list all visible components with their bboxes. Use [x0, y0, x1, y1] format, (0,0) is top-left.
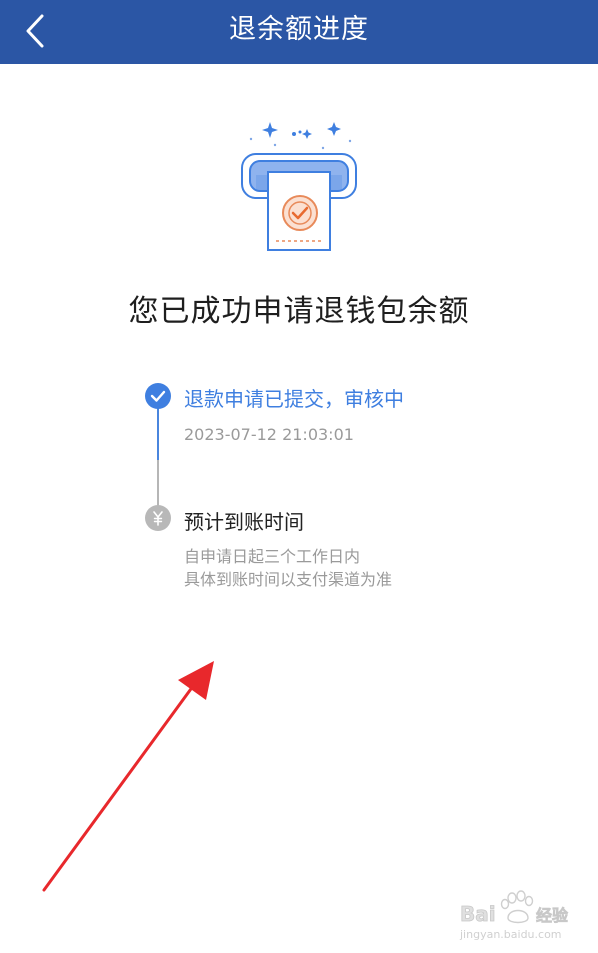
step2-description-line2: 具体到账时间以支付渠道为准	[184, 570, 393, 589]
page-title: 退余额进度	[229, 14, 369, 45]
timeline-connector-pending	[157, 460, 159, 506]
refund-progress-page: 退余额进度 您已成功申请退钱包余额 退款申请已提交，审核中 2023-07-12…	[0, 0, 598, 953]
baidu-jingyan-watermark: Bai 经验 jingyan.baidu.com	[456, 888, 586, 944]
step1-title: 退款申请已提交，审核中	[184, 387, 404, 411]
watermark-url: jingyan.baidu.com	[459, 928, 562, 941]
step-done-check-icon	[145, 383, 171, 409]
paw-logo-icon: Bai 经验 jingyan.baidu.com	[459, 890, 569, 941]
watermark-brand: Bai	[460, 902, 496, 926]
success-headline: 您已成功申请退钱包余额	[128, 294, 470, 329]
receipt-check-illustration	[241, 122, 357, 251]
watermark-brand-suffix: 经验	[536, 906, 569, 925]
step2-description-line1: 自申请日起三个工作日内	[184, 547, 361, 566]
timeline-connector-active	[157, 408, 159, 460]
step2-title: 预计到账时间	[184, 510, 304, 534]
step1-timestamp: 2023-07-12 21:03:01	[184, 425, 354, 444]
navigation-bar: 退余额进度	[0, 0, 598, 64]
step-pending-yuan-icon	[145, 505, 171, 531]
